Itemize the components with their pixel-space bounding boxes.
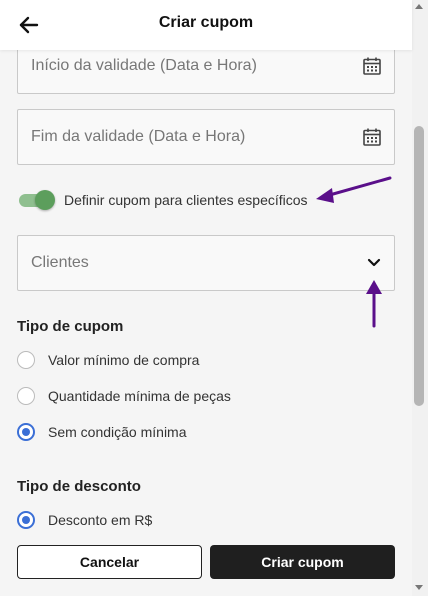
start-date-placeholder: Início da validade (Data e Hora)	[31, 57, 257, 74]
radio-label: Quantidade mínima de peças	[48, 388, 231, 404]
end-date-placeholder: Fim da validade (Data e Hora)	[31, 128, 246, 145]
calendar-icon[interactable]	[362, 56, 382, 76]
calendar-icon[interactable]	[362, 127, 382, 147]
end-date-field[interactable]: Fim da validade (Data e Hora)	[17, 109, 395, 165]
radio-button-checked[interactable]	[17, 511, 35, 529]
radio-min-quantity[interactable]: Quantidade mínima de peças	[17, 387, 267, 409]
scroll-thumb[interactable]	[414, 126, 424, 406]
coupon-type-title: Tipo de cupom	[17, 318, 124, 335]
radio-no-condition[interactable]: Sem condição mínima	[17, 423, 267, 445]
scrollbar[interactable]	[412, 0, 428, 596]
page-title: Criar cupom	[158, 14, 254, 31]
cancel-button[interactable]: Cancelar	[17, 545, 202, 579]
scroll-down-arrow-icon[interactable]	[415, 585, 423, 590]
scroll-up-arrow-icon[interactable]	[415, 4, 423, 9]
specific-clients-toggle[interactable]	[17, 190, 55, 210]
radio-discount-brl[interactable]: Desconto em R$	[17, 511, 267, 530]
discount-type-title: Tipo de desconto	[17, 478, 141, 495]
toggle-label: Definir cupom para clientes específicos	[64, 192, 308, 208]
clients-select[interactable]: Clientes	[17, 235, 395, 291]
radio-label: Sem condição mínima	[48, 424, 187, 440]
radio-button-checked[interactable]	[17, 423, 35, 441]
radio-label: Valor mínimo de compra	[48, 352, 200, 368]
chevron-down-icon[interactable]	[367, 257, 381, 269]
form-content: Início da validade (Data e Hora) Fim da …	[0, 0, 412, 530]
toggle-knob	[35, 190, 55, 210]
clients-placeholder: Clientes	[31, 254, 89, 271]
radio-min-purchase[interactable]: Valor mínimo de compra	[17, 351, 267, 373]
radio-button[interactable]	[17, 387, 35, 405]
header: Criar cupom	[0, 0, 412, 50]
radio-button[interactable]	[17, 351, 35, 369]
footer-actions: Cancelar Criar cupom	[0, 530, 412, 596]
create-coupon-button[interactable]: Criar cupom	[210, 545, 395, 579]
radio-label: Desconto em R$	[48, 512, 153, 528]
